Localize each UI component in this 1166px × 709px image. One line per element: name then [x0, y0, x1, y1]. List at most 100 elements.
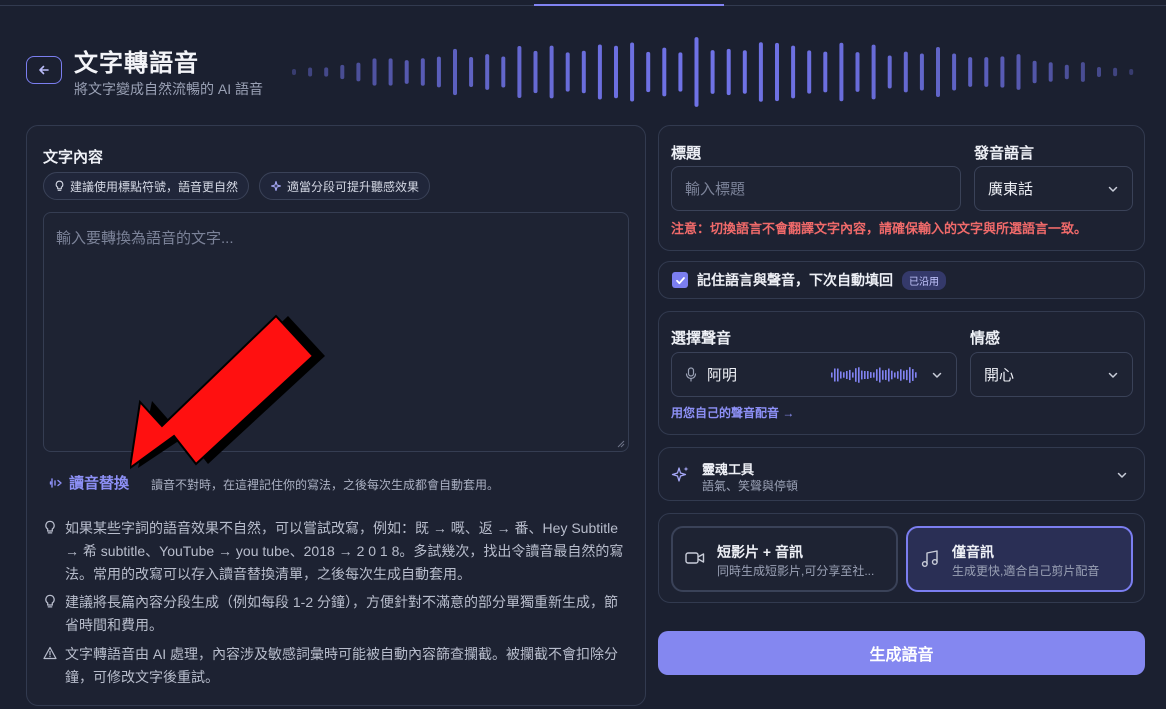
chevron-down-icon: [1108, 372, 1118, 378]
waveform-bar: [1064, 64, 1069, 80]
waveform-bar: [646, 51, 651, 93]
waveform-bar: [919, 53, 924, 91]
arrow-left-icon: [39, 65, 49, 75]
voice-waveform-bar: [900, 368, 902, 381]
generate-audio-button[interactable]: 生成語音: [658, 631, 1145, 675]
chevron-down-icon: [932, 372, 942, 378]
tip-rewrite: 如果某些字詞的語音效果不自然，可以嘗試改寫，例如：既 → 嘅、返 → 番、Hey…: [43, 517, 629, 586]
voice-waveform-bar: [849, 369, 851, 380]
title-input[interactable]: 輸入標題: [671, 166, 961, 211]
check-icon: [675, 276, 685, 284]
waveform-bar: [678, 52, 683, 92]
sparkle-icon: [270, 180, 282, 192]
language-select[interactable]: 廣東話: [974, 166, 1133, 211]
language-value: 廣東話: [988, 181, 1034, 198]
remember-checkbox[interactable]: [672, 272, 688, 288]
soul-tools-card[interactable]: 靈魂工具 語氣、笑聲與停頓: [658, 447, 1145, 501]
title-input-placeholder: 輸入標題: [685, 181, 746, 198]
emotion-label: 情感: [970, 330, 1001, 347]
waveform-bar: [726, 48, 731, 96]
waveform-bar: [356, 62, 361, 82]
waveform-bar: [903, 51, 908, 93]
waveform-bar: [871, 44, 876, 100]
microphone-icon: [685, 367, 697, 382]
voice-waveform-bar: [888, 368, 890, 381]
language-label: 發音語言: [974, 145, 1035, 162]
waveform-bar: [936, 46, 940, 98]
waveform-bar: [581, 50, 586, 94]
soul-tools-subtitle: 語氣、笑聲與停頓: [702, 479, 799, 493]
voice-waveform-bar: [840, 370, 842, 379]
voice-waveform-bar: [876, 368, 878, 381]
waveform-bar: [292, 69, 296, 75]
waveform-bar: [324, 67, 329, 77]
status-badge: 已沿用: [902, 270, 946, 290]
language-warning: 注意：切換語言不會翻譯文字內容，請確保輸入的文字與所選語言一致。: [671, 221, 1088, 236]
remember-label: 記住語言與聲音，下次自動填回: [697, 272, 893, 288]
waveform-bar: [710, 50, 715, 94]
option-title: 短影片 + 音訊: [717, 544, 803, 560]
voice-waveform-bar: [891, 370, 893, 379]
pronunciation-replace-button[interactable]: 讀音替換: [49, 472, 129, 493]
waveform-bar: [517, 46, 522, 98]
waveform-bar: [839, 42, 844, 102]
voice-waveform-icon: [831, 366, 917, 383]
chevron-down-icon: [1117, 472, 1127, 478]
voice-waveform-bar: [852, 371, 854, 378]
voice-waveform-bar: [846, 370, 848, 379]
waveform-bar: [1000, 56, 1005, 88]
voice-waveform-bar: [870, 371, 872, 378]
voice-waveform-bar: [915, 371, 917, 378]
tip-chip-paragraph: 適當分段可提升聽感效果: [259, 172, 431, 200]
red-arrow-annotation: [130, 314, 325, 470]
voice-card: 選擇聲音 情感 阿明 開心 用您自己的聲音配音 →: [658, 311, 1145, 435]
text-input-placeholder: 輸入要轉換為語音的文字...: [56, 230, 234, 247]
voice-waveform-bar: [903, 370, 905, 379]
voice-waveform-bar: [909, 366, 911, 383]
emotion-select[interactable]: 開心: [970, 352, 1133, 397]
tip-moderation: 文字轉語音由 AI 處理，內容涉及敏感詞彙時可能被自動內容篩查攔截。被攔截不會扣…: [43, 643, 629, 689]
waveform-bar: [420, 58, 425, 86]
voice-waveform-bar: [873, 371, 875, 378]
waveform-bar: [1048, 62, 1053, 82]
page-title: 文字轉語音: [74, 50, 199, 77]
title-language-card: 標題 發音語言 輸入標題 廣東話 注意：切換語言不會翻譯文字內容，請確保輸入的文…: [658, 125, 1145, 251]
waveform-decoration: [292, 37, 1134, 107]
voice-waveform-bar: [906, 369, 908, 380]
waveform-bar: [887, 55, 892, 89]
video-camera-icon: [685, 552, 705, 564]
voice-waveform-bar: [879, 367, 881, 382]
back-button[interactable]: [26, 56, 62, 84]
waveform-bar: [984, 57, 989, 87]
voice-waveform-bar: [867, 370, 869, 379]
waveform-bar: [1129, 69, 1134, 75]
voice-waveform-bar: [864, 370, 866, 379]
active-tab-indicator: [534, 4, 724, 6]
waveform-bar: [308, 67, 313, 77]
option-video-audio[interactable]: 短影片 + 音訊 同時生成短影片,可分享至社...: [671, 526, 898, 592]
pronunciation-replace-description: 讀音不對時，在這裡記住你的寫法，之後每次生成都會自動套用。: [151, 478, 500, 492]
custom-voice-link[interactable]: 用您自己的聲音配音 →: [671, 404, 794, 421]
resize-grip-icon[interactable]: [617, 440, 625, 448]
voice-waveform-bar: [855, 367, 857, 382]
voice-label: 選擇聲音: [671, 330, 732, 347]
waveform-bar: [1016, 54, 1021, 90]
waveform-bar: [388, 58, 393, 86]
waveform-bar: [694, 37, 699, 107]
waveform-bar: [565, 52, 570, 92]
waveform-bar: [340, 64, 345, 80]
text-content-panel: 文字內容 建議使用標點符號，語音更自然 適當分段可提升聽感效果 輸入要轉換為語音…: [26, 125, 646, 706]
waveform-bar: [436, 56, 441, 88]
voice-waveform-bar: [912, 368, 914, 381]
waveform-bar: [855, 52, 860, 92]
option-title: 僅音訊: [952, 544, 994, 560]
tip-text: 建議將長篇內容分段生成（例如每段 1-2 分鐘），方便針對不滿意的部分單獨重新生…: [65, 594, 619, 633]
waveform-bar: [775, 42, 779, 102]
option-audio-only[interactable]: 僅音訊 生成更快,適合自己剪片配音: [906, 526, 1133, 592]
voice-select[interactable]: 阿明: [671, 352, 957, 397]
lightbulb-icon: [45, 594, 55, 608]
waveform-bar: [807, 50, 812, 94]
waveform-bar: [404, 60, 409, 84]
voice-waveform-bar: [861, 370, 863, 379]
waveform-bar: [1032, 60, 1037, 84]
